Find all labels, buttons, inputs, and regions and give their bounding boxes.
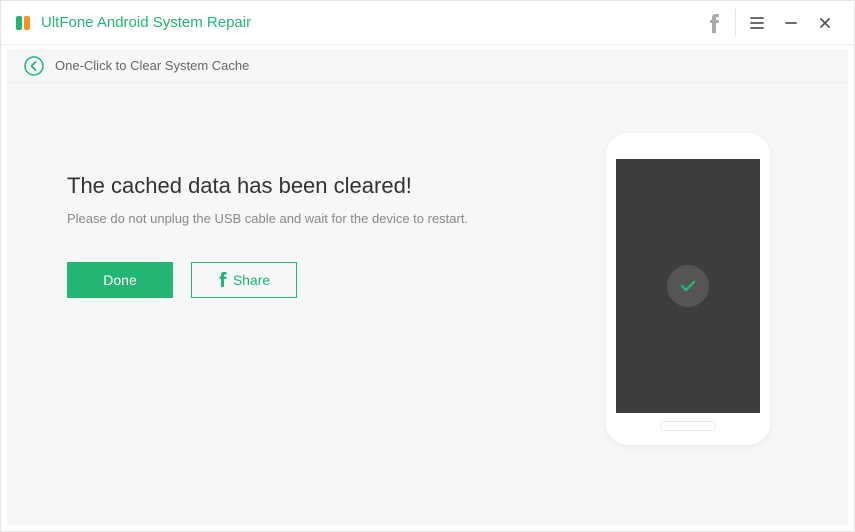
phone-mockup (606, 133, 770, 445)
share-button-label: Share (233, 272, 270, 288)
content-area: The cached data has been cleared! Please… (7, 83, 848, 525)
facebook-icon[interactable] (697, 6, 731, 40)
done-button-label: Done (103, 272, 136, 288)
phone-home-button (660, 421, 716, 431)
app-window: UltFone Android System Repair One (0, 0, 855, 532)
menu-icon[interactable] (740, 6, 774, 40)
titlebar-left: UltFone Android System Repair (13, 13, 697, 33)
done-button[interactable]: Done (67, 262, 173, 298)
success-heading: The cached data has been cleared! (67, 173, 588, 199)
app-title: UltFone Android System Repair (41, 14, 251, 31)
right-content (588, 133, 788, 475)
checkmark-icon (677, 275, 699, 297)
minimize-icon[interactable] (774, 6, 808, 40)
titlebar-divider (735, 9, 736, 37)
app-logo-icon (13, 13, 33, 33)
share-button[interactable]: Share (191, 262, 297, 298)
close-icon[interactable] (808, 6, 842, 40)
titlebar-right (697, 6, 842, 40)
back-button[interactable] (23, 55, 45, 77)
breadcrumb-text: One-Click to Clear System Cache (55, 58, 249, 73)
left-content: The cached data has been cleared! Please… (67, 133, 588, 475)
titlebar: UltFone Android System Repair (1, 1, 854, 45)
phone-screen (616, 159, 760, 413)
facebook-share-icon (218, 271, 227, 290)
button-row: Done Share (67, 262, 588, 298)
checkmark-circle (667, 265, 709, 307)
breadcrumb-bar: One-Click to Clear System Cache (7, 49, 848, 83)
success-subtext: Please do not unplug the USB cable and w… (67, 211, 588, 226)
